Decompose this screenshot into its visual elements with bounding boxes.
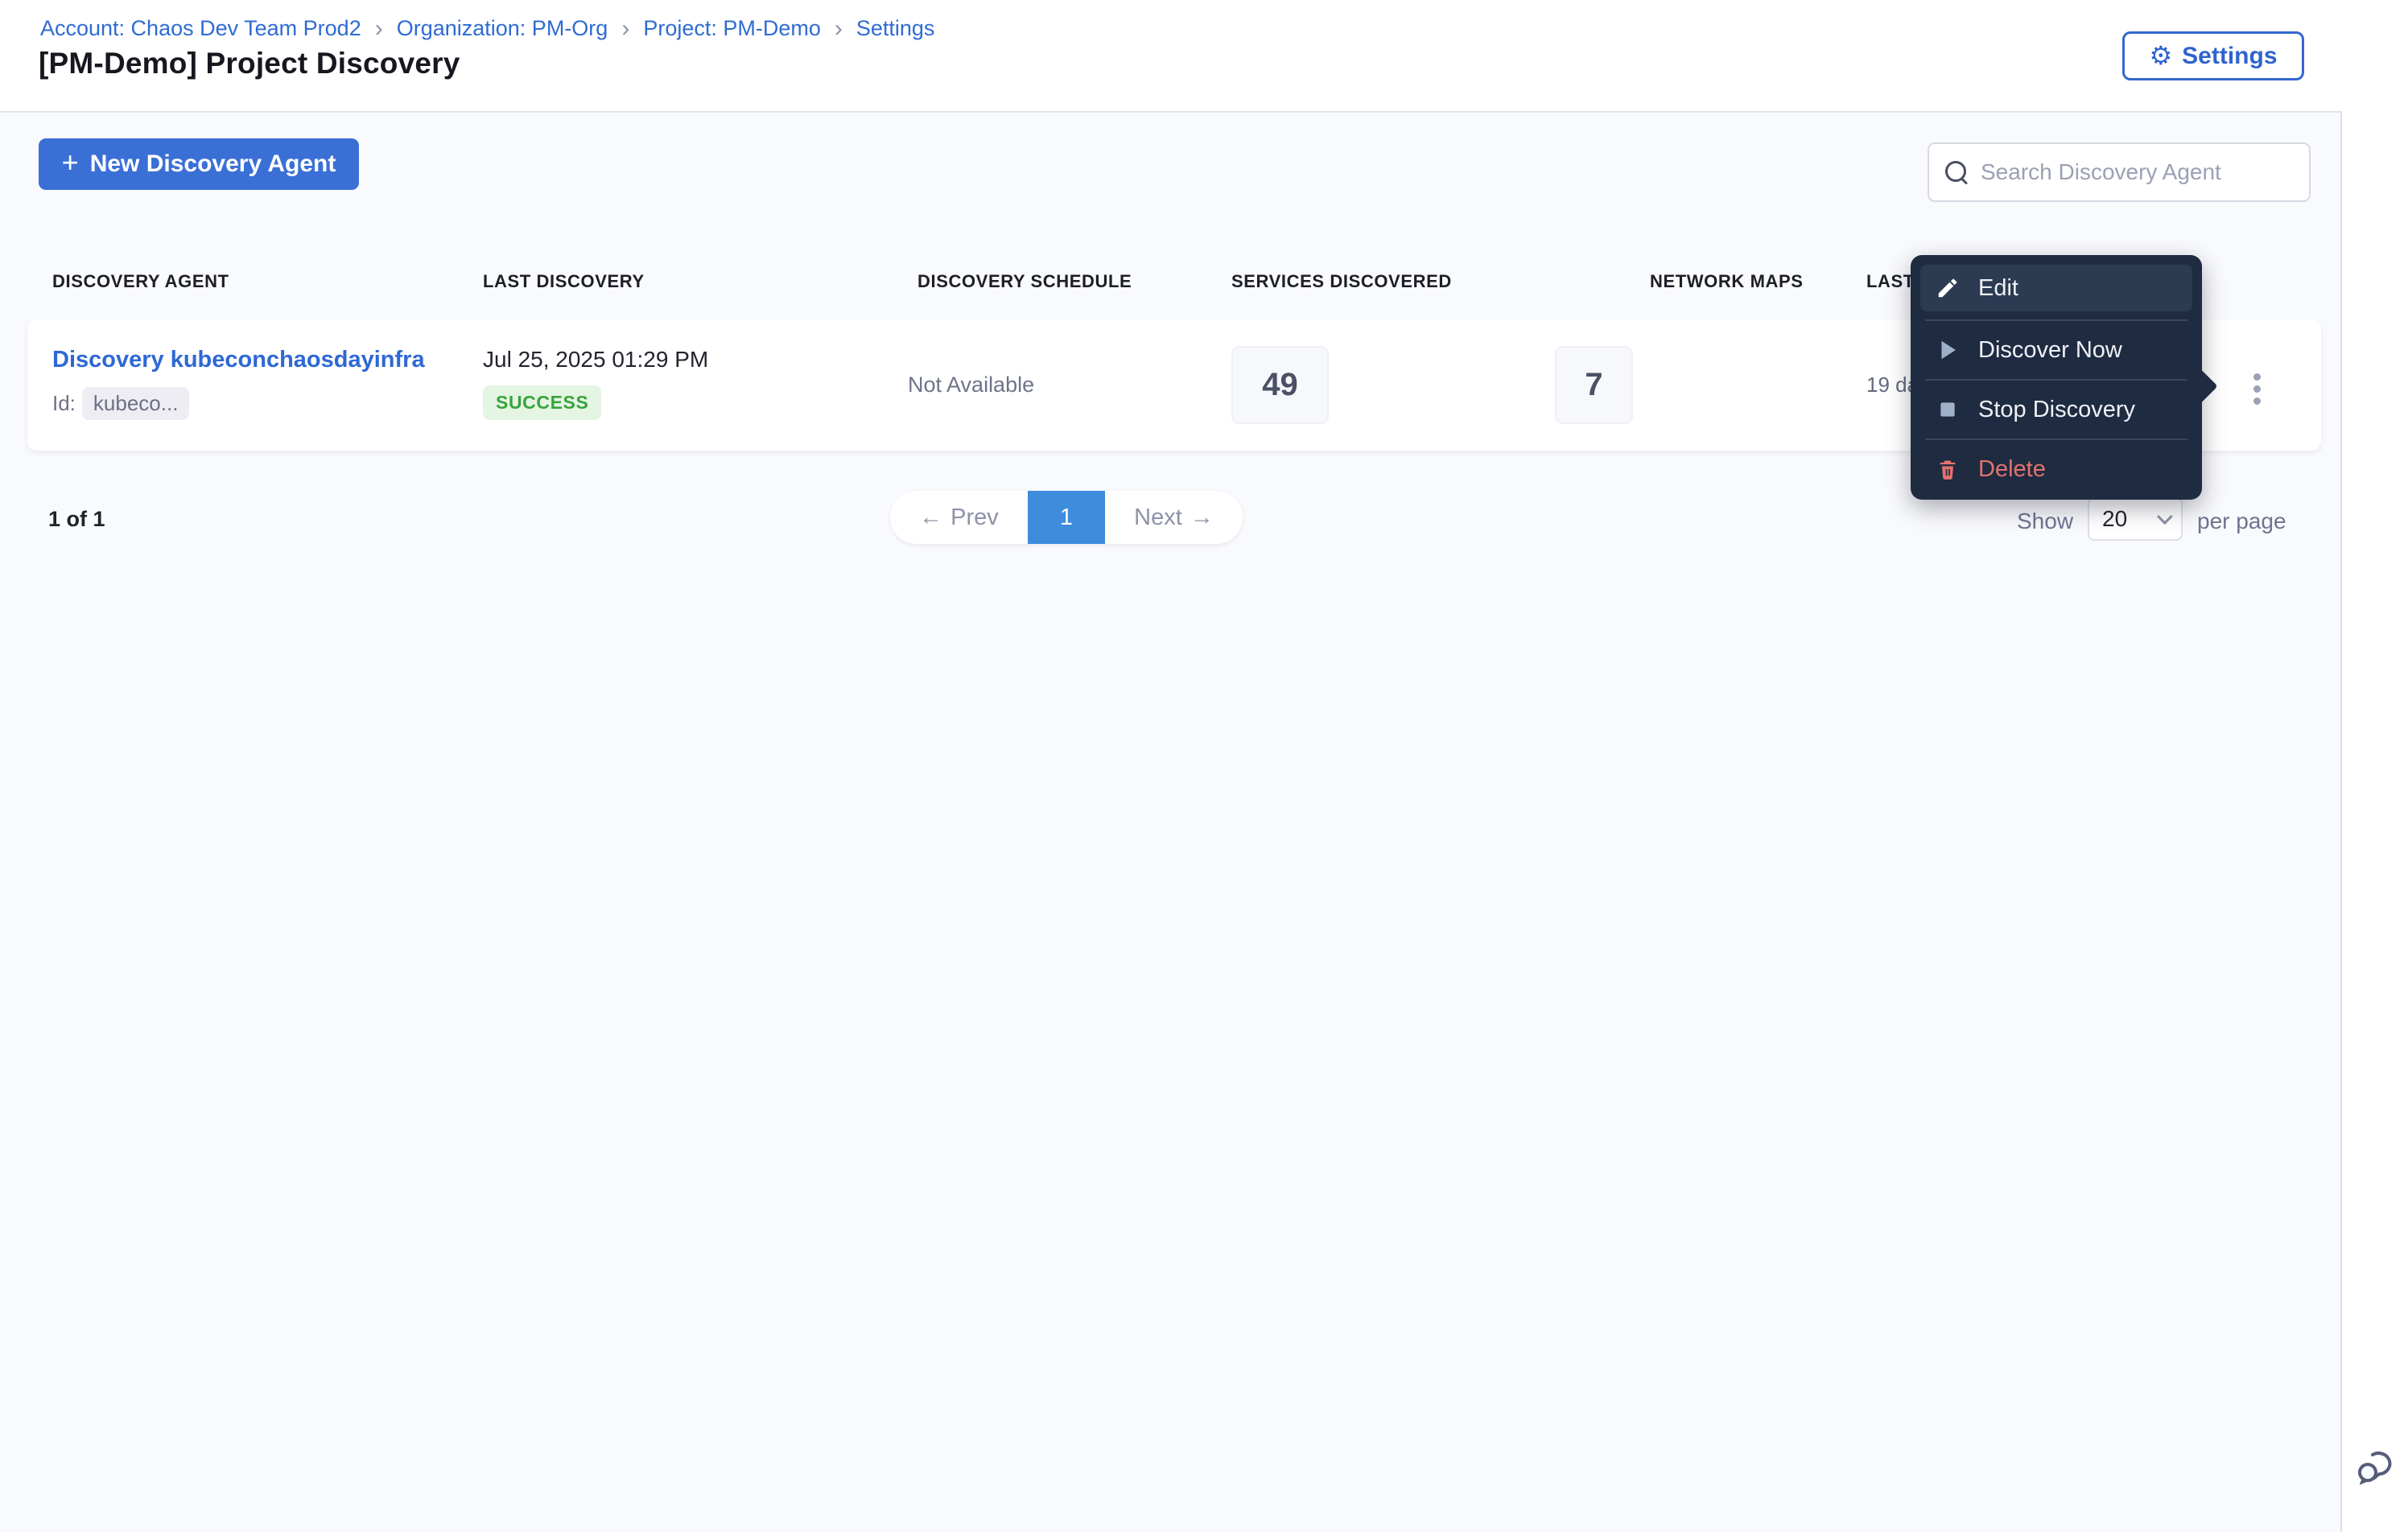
chevron-down-icon	[2156, 509, 2173, 525]
pager: ← Prev 1 Next →	[890, 491, 1243, 544]
main-content: Account: Chaos Dev Team Prod2 › Organiza…	[0, 0, 2342, 1532]
column-header-network-maps: NETWORK MAPS	[1650, 271, 1804, 291]
menu-divider	[1925, 439, 2187, 440]
per-page-label: per page	[2197, 509, 2286, 533]
breadcrumb-organization[interactable]: Organization: PM-Org	[397, 16, 608, 41]
pagination-next-button[interactable]: Next →	[1105, 491, 1243, 544]
arrow-right-icon: →	[1190, 504, 1214, 530]
menu-divider	[1925, 319, 2187, 321]
show-label: Show	[2017, 509, 2074, 533]
agent-id: Id: kubeco...	[52, 387, 190, 420]
breadcrumb-account[interactable]: Account: Chaos Dev Team Prod2	[40, 16, 361, 41]
settings-button[interactable]: ⚙ Settings	[2122, 31, 2304, 80]
trash-icon	[1935, 456, 1961, 482]
chat-support-icon[interactable]	[2356, 1448, 2398, 1487]
services-discovered-count: 49	[1231, 346, 1329, 424]
next-label: Next	[1134, 504, 1182, 530]
pagination-prev-button[interactable]: ← Prev	[890, 491, 1028, 544]
breadcrumb-separator-icon: ›	[834, 15, 843, 42]
play-icon	[1935, 337, 1961, 363]
column-header-services-discovered: SERVICES DISCOVERED	[1231, 271, 1452, 291]
menu-divider	[1925, 379, 2187, 381]
page-header: Account: Chaos Dev Team Prod2 › Organiza…	[0, 0, 2342, 113]
agent-id-value: kubeco...	[81, 387, 190, 420]
breadcrumb-settings[interactable]: Settings	[856, 16, 935, 41]
search-input[interactable]	[1981, 159, 2293, 185]
menu-item-stop-discovery[interactable]: Stop Discovery	[1920, 389, 2192, 430]
row-actions-menu: Edit Discover Now Stop Discovery Delete	[1911, 255, 2218, 500]
search-icon	[1945, 161, 1968, 183]
menu-item-edit-label: Edit	[1978, 274, 2018, 301]
discovery-schedule-value: Not Available	[908, 373, 1035, 397]
menu-item-stop-discovery-label: Stop Discovery	[1978, 396, 2136, 422]
new-discovery-agent-label: New Discovery Agent	[89, 150, 336, 177]
stop-icon	[1935, 397, 1961, 422]
menu-item-discover-now-label: Discover Now	[1978, 336, 2122, 363]
right-strip	[2344, 0, 2408, 1532]
page-size-value: 20	[2102, 506, 2128, 531]
menu-item-edit[interactable]: Edit	[1920, 265, 2192, 311]
column-header-last: LAST	[1866, 271, 1915, 291]
pencil-icon	[1935, 275, 1961, 301]
pagination-page-1-button[interactable]: 1	[1028, 491, 1105, 544]
column-header-discovery-agent: DISCOVERY AGENT	[52, 271, 229, 291]
network-maps-count: 7	[1555, 346, 1633, 424]
menu-item-delete-label: Delete	[1978, 455, 2046, 482]
breadcrumb-separator-icon: ›	[621, 15, 630, 42]
agent-name-link[interactable]: Discovery kubeconchaosdayinfra	[52, 347, 425, 373]
column-header-last-discovery: LAST DISCOVERY	[483, 271, 645, 291]
breadcrumb-separator-icon: ›	[374, 15, 383, 42]
prev-label: Prev	[950, 504, 999, 530]
settings-button-label: Settings	[2182, 42, 2278, 69]
page-title: [PM-Demo] Project Discovery	[39, 47, 460, 80]
project-discovery-page: Account: Chaos Dev Team Prod2 › Organiza…	[0, 0, 2408, 1532]
arrow-left-icon: ←	[919, 504, 943, 530]
search-box	[1928, 142, 2311, 202]
last-discovery-date: Jul 25, 2025 01:29 PM	[483, 347, 709, 372]
breadcrumb: Account: Chaos Dev Team Prod2 › Organiza…	[40, 16, 934, 41]
status-badge: SUCCESS	[483, 385, 602, 420]
agent-id-label: Id:	[52, 391, 76, 415]
menu-item-delete[interactable]: Delete	[1920, 448, 2192, 490]
menu-item-discover-now[interactable]: Discover Now	[1920, 329, 2192, 371]
gear-icon: ⚙	[2149, 40, 2173, 70]
plus-icon: +	[61, 146, 79, 179]
row-actions-kebab-icon[interactable]	[2237, 364, 2276, 413]
new-discovery-agent-button[interactable]: + New Discovery Agent	[39, 138, 359, 190]
pagination-summary: 1 of 1	[48, 507, 105, 531]
column-header-discovery-schedule: DISCOVERY SCHEDULE	[917, 271, 1132, 291]
page-size-select[interactable]: 20	[2088, 497, 2183, 541]
breadcrumb-project[interactable]: Project: PM-Demo	[643, 16, 821, 41]
